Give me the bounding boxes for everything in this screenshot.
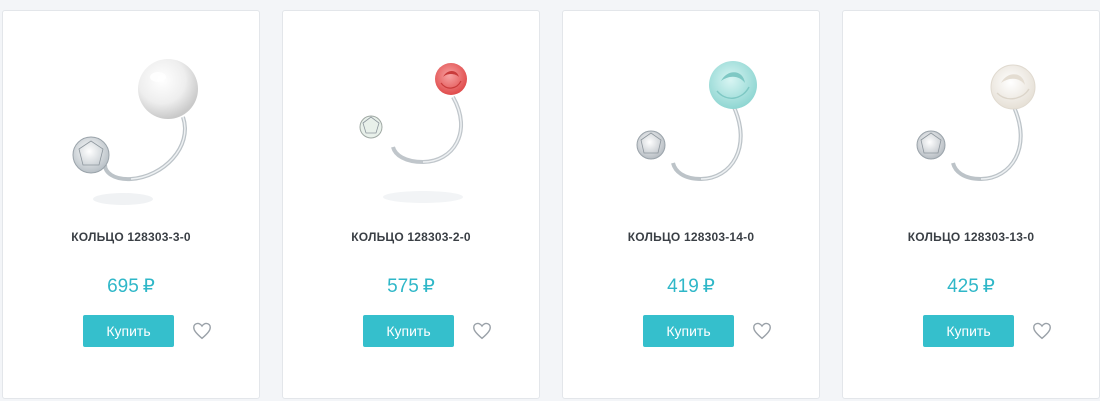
price-currency: ₽ bbox=[422, 276, 435, 297]
price-currency: ₽ bbox=[142, 276, 155, 297]
product-image-ring-pearl[interactable] bbox=[43, 37, 221, 215]
product-card: КОЛЬЦО 128303-2-0 575 ₽ Купить bbox=[282, 10, 540, 399]
heart-outline-icon[interactable] bbox=[471, 320, 493, 342]
buy-button[interactable]: Купить bbox=[363, 315, 454, 347]
price-currency: ₽ bbox=[982, 276, 995, 297]
product-price: 419 ₽ bbox=[563, 275, 819, 298]
price-value: 695 bbox=[107, 276, 139, 297]
product-price: 575 ₽ bbox=[283, 275, 539, 298]
buy-button[interactable]: Купить bbox=[643, 315, 734, 347]
price-value: 425 bbox=[947, 276, 979, 297]
product-card: КОЛЬЦО 128303-3-0 695 ₽ Купить bbox=[2, 10, 260, 399]
heart-outline-icon[interactable] bbox=[751, 320, 773, 342]
product-title[interactable]: КОЛЬЦО 128303-2-0 bbox=[283, 230, 539, 244]
product-card: КОЛЬЦО 128303-14-0 419 ₽ Купить bbox=[562, 10, 820, 399]
heart-outline-icon[interactable] bbox=[1031, 320, 1053, 342]
product-image-ring-rose[interactable] bbox=[603, 37, 781, 215]
product-grid: КОЛЬЦО 128303-3-0 695 ₽ Купить КОЛЬЦО 12… bbox=[0, 0, 1100, 401]
product-title[interactable]: КОЛЬЦО 128303-13-0 bbox=[843, 230, 1099, 244]
product-price: 695 ₽ bbox=[3, 275, 259, 298]
product-image-ring-rose[interactable] bbox=[883, 37, 1061, 215]
product-title[interactable]: КОЛЬЦО 128303-3-0 bbox=[3, 230, 259, 244]
product-card: КОЛЬЦО 128303-13-0 425 ₽ Купить bbox=[842, 10, 1100, 399]
price-currency: ₽ bbox=[702, 276, 715, 297]
product-title[interactable]: КОЛЬЦО 128303-14-0 bbox=[563, 230, 819, 244]
heart-outline-icon[interactable] bbox=[191, 320, 213, 342]
product-price: 425 ₽ bbox=[843, 275, 1099, 298]
price-value: 575 bbox=[387, 276, 419, 297]
product-image-ring-rose[interactable] bbox=[323, 37, 501, 215]
price-value: 419 bbox=[667, 276, 699, 297]
buy-button[interactable]: Купить bbox=[923, 315, 1014, 347]
buy-button[interactable]: Купить bbox=[83, 315, 174, 347]
